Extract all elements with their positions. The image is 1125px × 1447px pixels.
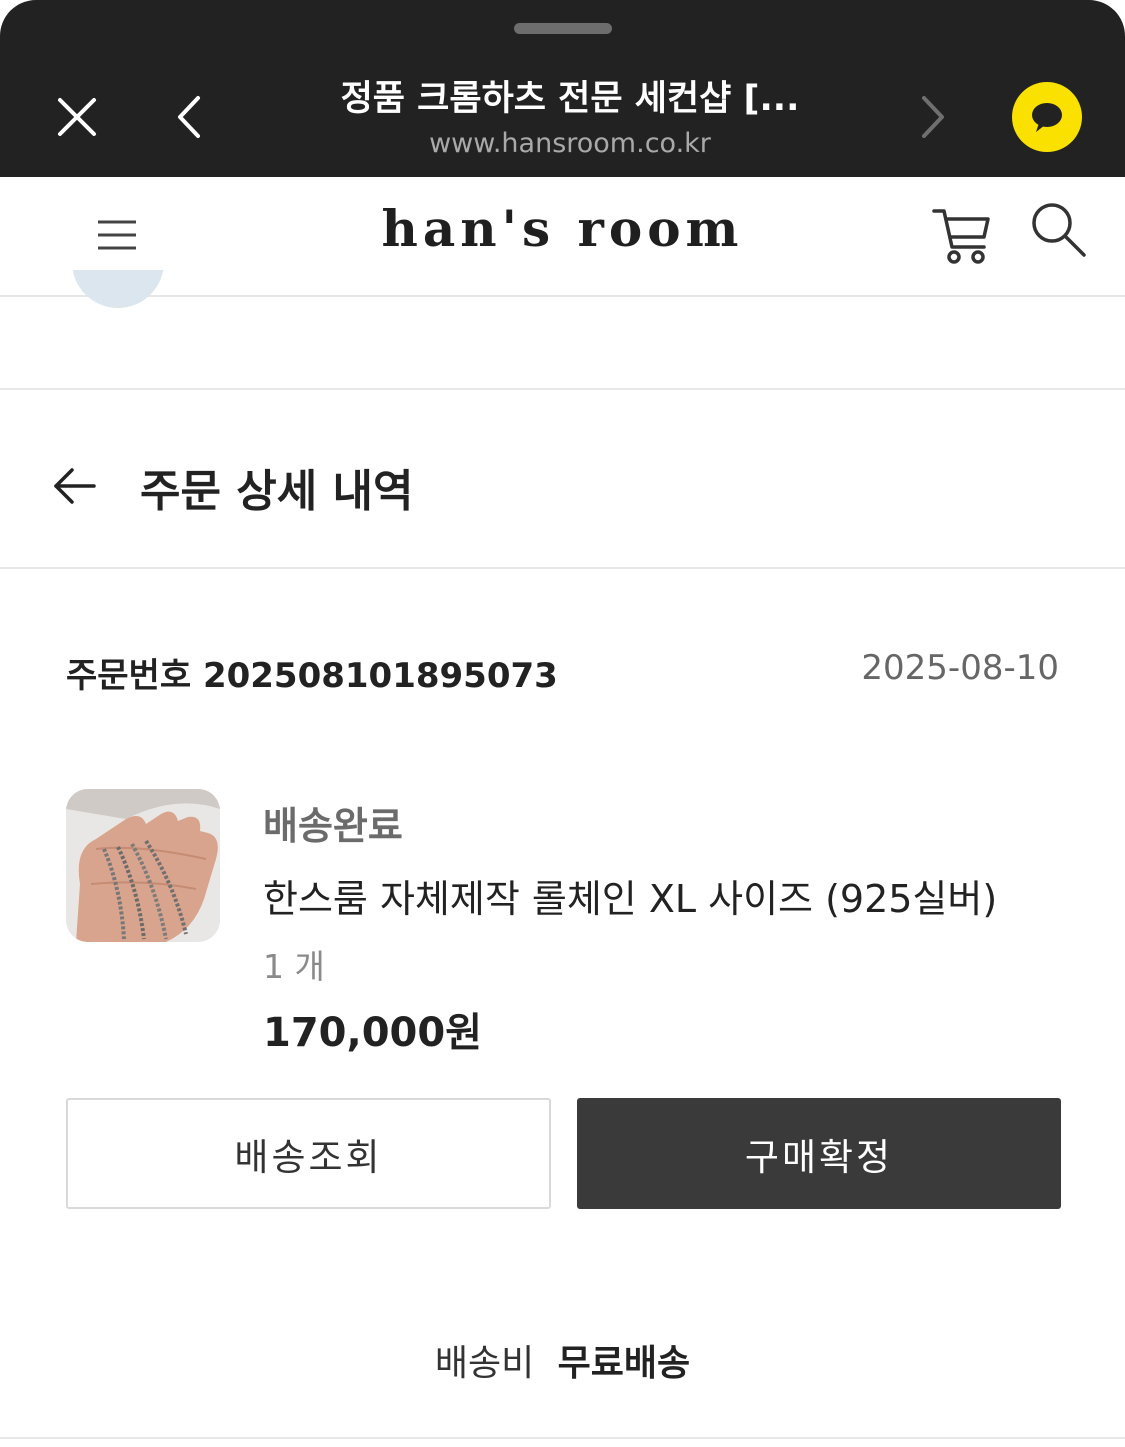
profile-avatar-partial [72,270,164,308]
order-date: 2025-08-10 [861,648,1059,688]
page-url: www.hansroom.co.kr [429,128,711,159]
confirm-purchase-button[interactable]: 구매확정 [577,1098,1061,1209]
arrow-left-icon[interactable] [50,462,98,510]
site-logo[interactable]: han's room [380,199,745,258]
track-delivery-button[interactable]: 배송조회 [66,1098,551,1209]
hamburger-icon[interactable] [96,218,138,252]
page-title: 정품 크롬하츠 전문 세컨샵 [... [340,79,800,119]
chevron-left-icon[interactable] [170,92,210,142]
order-number: 주문번호 202508101895073 [66,656,558,696]
delivery-status: 배송완료 [263,804,403,848]
browser-bar: 정품 크롬하츠 전문 세컨샵 [... www.hansroom.co.kr [0,0,1125,177]
kakao-chat-icon[interactable] [1012,82,1082,152]
product-name[interactable]: 한스룸 자체제작 롤체인 XL 사이즈 (925실버) [263,868,997,923]
chevron-right-icon[interactable] [912,92,952,142]
product-price: 170,000원 [263,1010,482,1056]
order-detail-title: 주문 상세 내역 [140,466,414,517]
product-thumbnail[interactable] [66,789,220,942]
divider [0,1437,1125,1439]
site-header: han's room [0,177,1125,297]
cart-icon[interactable] [930,203,994,267]
product-quantity: 1 개 [263,947,325,986]
shipping-fee: 배송비 무료배송 [0,1334,1125,1386]
divider [0,567,1125,569]
drag-handle[interactable] [514,23,612,34]
shipping-fee-value: 무료배송 [557,1343,691,1384]
search-icon[interactable] [1028,199,1088,259]
divider [0,388,1125,390]
shipping-fee-label: 배송비 [434,1343,535,1384]
close-icon[interactable] [52,92,102,142]
